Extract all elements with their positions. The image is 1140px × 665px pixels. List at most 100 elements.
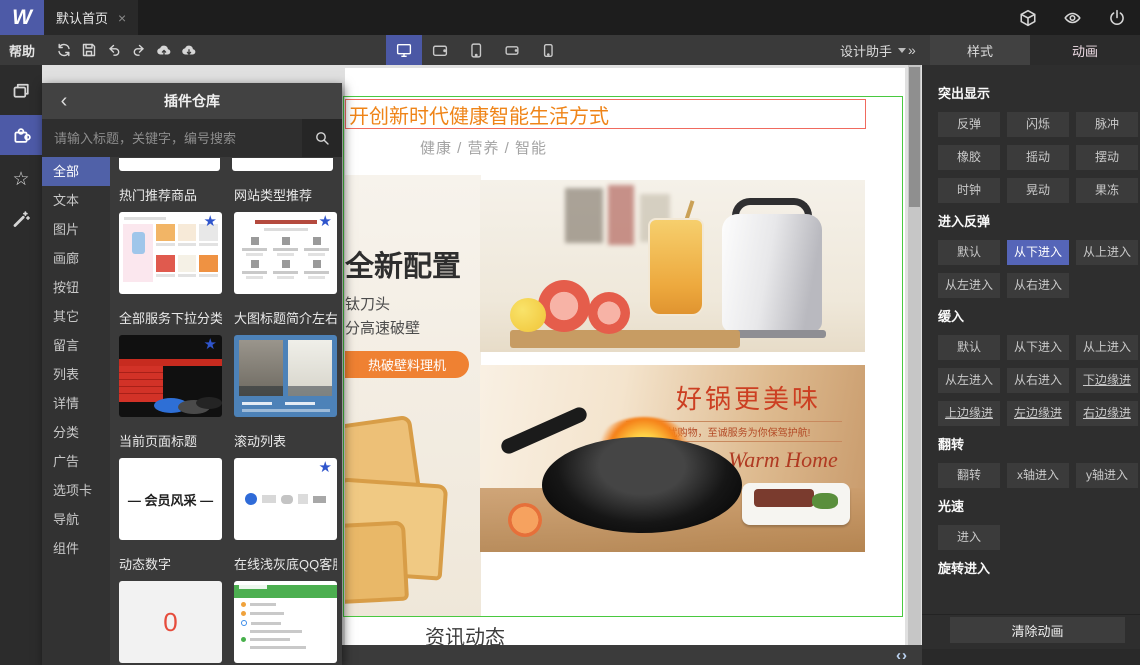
lightspeed-in-button[interactable]: 进入 (938, 525, 1000, 550)
code-view-icon[interactable]: ‹› (896, 647, 908, 664)
sidebar-favorites-icon[interactable]: ☆ (0, 159, 42, 199)
card-preview-text: — 会员风采 — (127, 492, 214, 508)
card-label: 网站类型推荐 (234, 188, 313, 203)
category-other[interactable]: 其它 (42, 302, 110, 331)
sidebar-plugins-icon[interactable] (0, 115, 42, 155)
category-text[interactable]: 文本 (42, 186, 110, 215)
section-flip-buttons: 翻转 x轴进入 y轴进入 (938, 463, 1138, 488)
help-button[interactable]: 帮助 (9, 35, 35, 65)
flip-y-axis-button[interactable]: y轴进入 (1076, 463, 1138, 488)
scrollbar-thumb[interactable] (909, 67, 920, 207)
components-cube-icon[interactable] (1019, 9, 1037, 27)
category-detail[interactable]: 详情 (42, 389, 110, 418)
plugin-search-input[interactable] (42, 119, 302, 157)
clear-animation-button[interactable]: 清除动画 (950, 617, 1125, 643)
app-logo: W (0, 0, 44, 35)
sidebar-pages-icon[interactable] (0, 71, 42, 111)
anim-swing-button[interactable]: 摆动 (1076, 145, 1138, 170)
category-all[interactable]: 全部 (42, 157, 110, 186)
plugin-card-site-types[interactable]: ★ (234, 212, 337, 294)
plugin-card-dropdown-nav[interactable]: ★ (119, 335, 222, 417)
easein-right-edge-button[interactable]: 右边缘进 (1076, 401, 1138, 426)
bouncein-from-bottom-button[interactable]: 从下进入 (1007, 240, 1069, 265)
category-gallery[interactable]: 画廊 (42, 244, 110, 273)
card-preview-number: 0 (163, 606, 178, 637)
plugin-card-page-title[interactable]: — 会员风采 — (119, 458, 222, 540)
cut-card[interactable] (232, 158, 333, 171)
section-lightspeed-title: 光速 (938, 499, 965, 514)
bouncein-from-top-button[interactable]: 从上进入 (1076, 240, 1138, 265)
anim-wobble-button[interactable]: 晃动 (1007, 178, 1069, 203)
section-rotate-in-title: 旋转进入 (938, 561, 991, 576)
cut-card[interactable] (119, 158, 220, 171)
device-tablet-landscape-icon[interactable] (422, 35, 458, 65)
power-exit-icon[interactable] (1108, 9, 1126, 27)
easein-from-bottom-button[interactable]: 从下进入 (1007, 335, 1069, 360)
device-desktop-icon[interactable] (386, 35, 422, 65)
refresh-icon[interactable] (56, 42, 72, 58)
topbar-actions (1019, 0, 1126, 35)
anim-shake-button[interactable]: 摇动 (1007, 145, 1069, 170)
section-ease-in-title: 缓入 (938, 309, 965, 324)
easein-left-edge-button[interactable]: 左边缘进 (1007, 401, 1069, 426)
card-label: 当前页面标题 (119, 434, 198, 449)
card-label: 在线浅灰底QQ客服 (234, 557, 337, 572)
device-phone-portrait-icon[interactable] (530, 35, 566, 65)
anim-bounce-button[interactable]: 反弹 (938, 112, 1000, 137)
easein-from-top-button[interactable]: 从上进入 (1076, 335, 1138, 360)
anim-pulse-button[interactable]: 脉冲 (1076, 112, 1138, 137)
bouncein-from-right-button[interactable]: 从右进入 (1007, 273, 1069, 298)
save-icon[interactable] (81, 42, 97, 58)
easein-top-edge-button[interactable]: 上边缘进 (938, 401, 1000, 426)
subtitle-text[interactable]: 健康 / 营养 / 智能 (420, 137, 547, 158)
category-image[interactable]: 图片 (42, 215, 110, 244)
canvas-scrollbar[interactable] (908, 65, 921, 645)
plugin-card-scroll-list[interactable]: ★ (234, 458, 337, 540)
plugin-card-dynamic-number[interactable]: 0 (119, 581, 222, 663)
chevron-down-icon (898, 47, 907, 53)
category-classify[interactable]: 分类 (42, 418, 110, 447)
plugin-card-qq-service[interactable] (234, 581, 337, 663)
card-label: 全部服务下拉分类带... (119, 311, 222, 326)
category-ad[interactable]: 广告 (42, 447, 110, 476)
category-button[interactable]: 按钮 (42, 273, 110, 302)
easein-from-right-button[interactable]: 从右进入 (1007, 368, 1069, 393)
plugin-card-hot-products[interactable]: ★ (119, 212, 222, 294)
easein-from-left-button[interactable]: 从左进入 (938, 368, 1000, 393)
tab-close-icon[interactable]: × (118, 10, 126, 26)
animation-panel: 突出显示 反弹 闪烁 脉冲 橡胶 摇动 摆动 时钟 晃动 果冻 进入反弹 默认 … (922, 65, 1140, 665)
bouncein-default-button[interactable]: 默认 (938, 240, 1000, 265)
flip-x-axis-button[interactable]: x轴进入 (1007, 463, 1069, 488)
headline-selected-element[interactable]: 开创新时代健康智能生活方式 (345, 99, 866, 129)
easein-default-button[interactable]: 默认 (938, 335, 1000, 360)
category-component[interactable]: 组件 (42, 534, 110, 563)
bouncein-from-left-button[interactable]: 从左进入 (938, 273, 1000, 298)
back-chevron-icon[interactable]: ‹ (52, 83, 76, 119)
cloud-download-icon[interactable] (181, 42, 197, 58)
category-list[interactable]: 列表 (42, 360, 110, 389)
undo-icon[interactable] (106, 42, 122, 58)
tab-style[interactable]: 样式 (930, 35, 1030, 65)
category-tabs[interactable]: 选项卡 (42, 476, 110, 505)
flip-button[interactable]: 翻转 (938, 463, 1000, 488)
redo-icon[interactable] (131, 42, 147, 58)
anim-jello-button[interactable]: 果冻 (1076, 178, 1138, 203)
page-tab[interactable]: 默认首页 × (44, 0, 139, 35)
cloud-upload-icon[interactable] (156, 42, 172, 58)
anim-rubber-button[interactable]: 橡胶 (938, 145, 1000, 170)
device-tablet-portrait-icon[interactable] (458, 35, 494, 65)
easein-bottom-edge-button[interactable]: 下边缘进 (1076, 368, 1138, 393)
tab-animation[interactable]: 动画 (1030, 35, 1140, 65)
preview-eye-icon[interactable] (1063, 9, 1082, 27)
sidebar-magic-wand-icon[interactable] (0, 199, 42, 239)
design-assistant-dropdown[interactable]: 设计助手 (840, 35, 907, 65)
category-message[interactable]: 留言 (42, 331, 110, 360)
plugin-card-big-image-slider[interactable] (234, 335, 337, 417)
section-bounce-in-buttons: 默认 从下进入 从上进入 从左进入 从右进入 (938, 240, 1138, 298)
anim-flash-button[interactable]: 闪烁 (1007, 112, 1069, 137)
category-nav[interactable]: 导航 (42, 505, 110, 534)
anim-clock-button[interactable]: 时钟 (938, 178, 1000, 203)
device-phone-landscape-icon[interactable] (494, 35, 530, 65)
more-chevrons-icon[interactable]: » (908, 35, 916, 65)
search-button[interactable] (302, 119, 342, 157)
